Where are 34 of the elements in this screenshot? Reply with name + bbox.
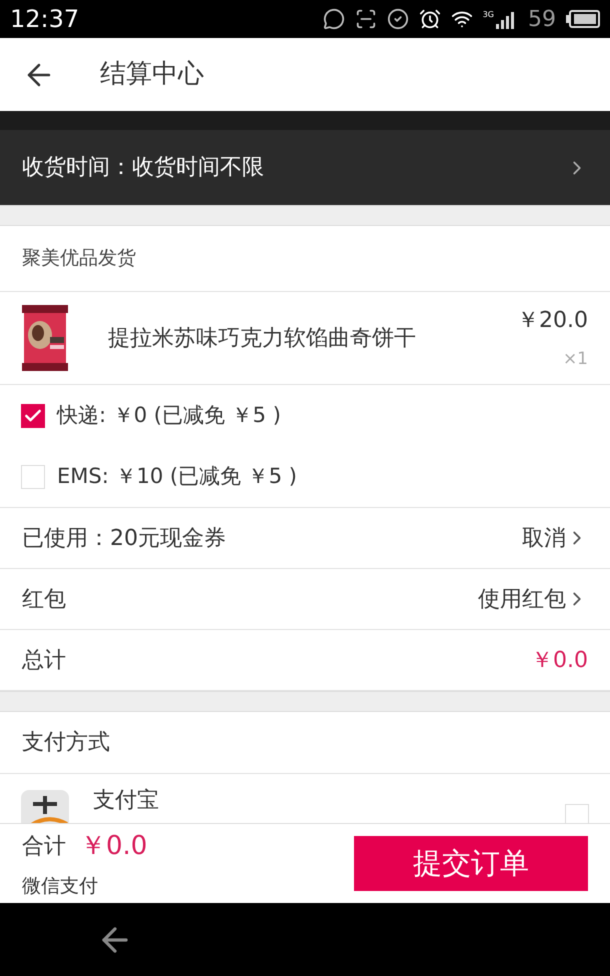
payment-title: 支付方式 bbox=[22, 729, 110, 757]
summary-row[interactable]: 红包 使用红包 bbox=[0, 569, 610, 630]
page-title: 结算中心 bbox=[100, 58, 204, 91]
checkbox[interactable] bbox=[21, 464, 45, 488]
row-label: 已使用：20元现金券 bbox=[22, 524, 226, 552]
network-label: 3G bbox=[482, 9, 494, 21]
shipping-option-label[interactable]: 快递: ￥0 (已减免 ￥5 ) bbox=[57, 400, 281, 432]
check-circle-icon bbox=[386, 8, 409, 30]
battery-icon bbox=[566, 10, 600, 28]
checkbox[interactable] bbox=[565, 804, 589, 823]
product-price: ￥20.0 bbox=[517, 306, 588, 335]
clock-time: 12:37 bbox=[10, 4, 80, 35]
alarm-icon bbox=[418, 8, 441, 30]
payment-method-label: 微信支付 bbox=[22, 874, 99, 899]
chat-icon bbox=[322, 8, 345, 30]
submit-order-button[interactable]: 提交订单 bbox=[354, 836, 588, 891]
product-quantity: ×1 bbox=[562, 348, 588, 371]
payment-method-name[interactable]: 支付宝 bbox=[93, 784, 159, 817]
checkbox[interactable] bbox=[21, 404, 45, 428]
total-amount: ￥0.0 bbox=[531, 646, 588, 674]
footer-total: ￥0.0 bbox=[80, 830, 148, 863]
row-action: 使用红包 bbox=[478, 586, 566, 614]
product-name: 提拉米苏味巧克力软馅曲奇饼干 bbox=[108, 324, 417, 352]
delivery-time-label: 收货时间：收货时间不限 bbox=[22, 154, 264, 182]
shipper-label: 聚美优品发货 bbox=[22, 246, 136, 272]
battery-level: 59 bbox=[528, 6, 556, 34]
row-label: 红包 bbox=[22, 586, 66, 614]
shipping-option-label[interactable]: EMS: ￥10 (已减免 ￥5 ) bbox=[57, 460, 297, 492]
row-label: 总计 bbox=[22, 646, 66, 674]
delivery-time-row[interactable]: 收货时间：收货时间不限 bbox=[0, 130, 610, 205]
total-label: 合计 bbox=[22, 832, 66, 861]
scan-icon bbox=[354, 8, 377, 30]
row-action: 取消 bbox=[522, 524, 566, 552]
summary-row[interactable]: 已使用：20元现金券 取消 bbox=[0, 508, 610, 569]
